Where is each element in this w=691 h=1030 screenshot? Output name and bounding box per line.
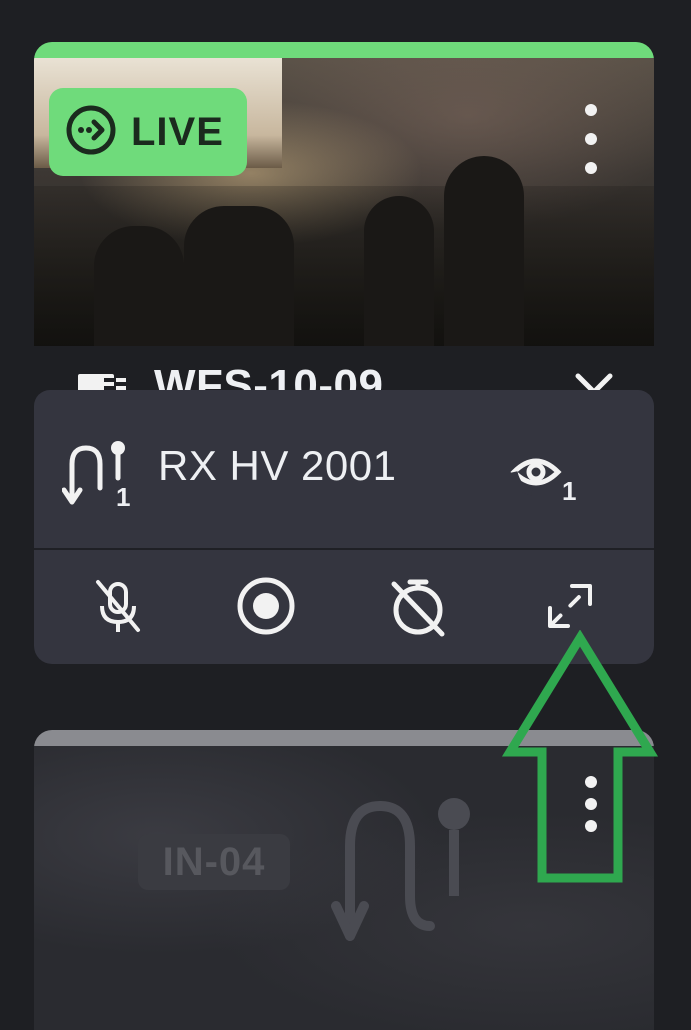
- timer-off-button[interactable]: [386, 576, 450, 640]
- viewers-icon: [508, 444, 568, 505]
- receiver-info-row: 1 RX HV 2001 1: [34, 390, 654, 550]
- more-vertical-icon[interactable]: [576, 104, 606, 174]
- route-count: 1: [116, 482, 131, 512]
- status-bar-live: [34, 42, 654, 58]
- live-badge: LIVE: [49, 88, 247, 176]
- receiver-panel: 1 RX HV 2001 1: [34, 390, 654, 664]
- record-button[interactable]: [234, 576, 298, 640]
- video-figure: [364, 196, 434, 346]
- microphone-off-icon: [90, 576, 146, 641]
- receiver-name: RX HV 2001: [158, 442, 397, 489]
- live-stream-icon: [63, 102, 119, 163]
- live-label: LIVE: [131, 109, 224, 154]
- record-icon: [234, 574, 298, 643]
- video-figure: [184, 206, 294, 346]
- video-preview[interactable]: LIVE: [34, 58, 654, 346]
- video-figure: [94, 226, 184, 346]
- viewer-count: 1: [562, 476, 577, 506]
- input-badge: IN-04: [138, 834, 290, 890]
- mute-audio-button[interactable]: [86, 576, 150, 640]
- device-card: LIVE WFS-10-09... 1 RX HV 2001 1: [34, 42, 654, 664]
- video-figure: [444, 156, 524, 346]
- arrow-up-annotation: [500, 629, 660, 895]
- route-icon: [330, 786, 480, 951]
- timer-off-icon: [386, 574, 450, 643]
